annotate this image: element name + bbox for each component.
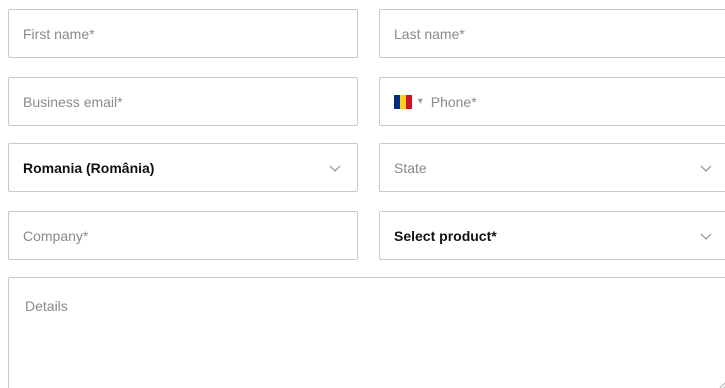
country-select[interactable]: Romania (România) [8, 143, 358, 192]
chevron-down-icon [329, 165, 341, 172]
details-textarea[interactable] [25, 298, 716, 368]
state-select-value: State [394, 159, 427, 176]
romania-flag-icon[interactable] [394, 94, 412, 109]
product-select-value: Select product* [394, 227, 497, 244]
phone-input[interactable] [430, 93, 714, 110]
product-select[interactable]: Select product* [379, 211, 725, 260]
phone-field[interactable]: ▾ [379, 77, 725, 126]
state-select[interactable]: State [379, 143, 725, 192]
chevron-down-icon [700, 165, 712, 172]
company-field[interactable] [8, 211, 358, 260]
contact-form: ▾ Romania (România) State Select product… [0, 0, 725, 388]
first-name-field[interactable] [8, 9, 358, 58]
business-email-field[interactable] [8, 77, 358, 126]
last-name-input[interactable] [394, 25, 714, 42]
company-input[interactable] [23, 227, 343, 244]
chevron-down-icon [700, 233, 712, 240]
last-name-field[interactable] [379, 9, 725, 58]
resize-handle-icon[interactable] [716, 380, 725, 388]
details-field[interactable] [8, 277, 725, 388]
country-select-value: Romania (România) [23, 159, 155, 176]
business-email-input[interactable] [23, 93, 343, 110]
first-name-input[interactable] [23, 25, 343, 42]
country-code-dropdown-icon[interactable]: ▾ [418, 96, 423, 107]
